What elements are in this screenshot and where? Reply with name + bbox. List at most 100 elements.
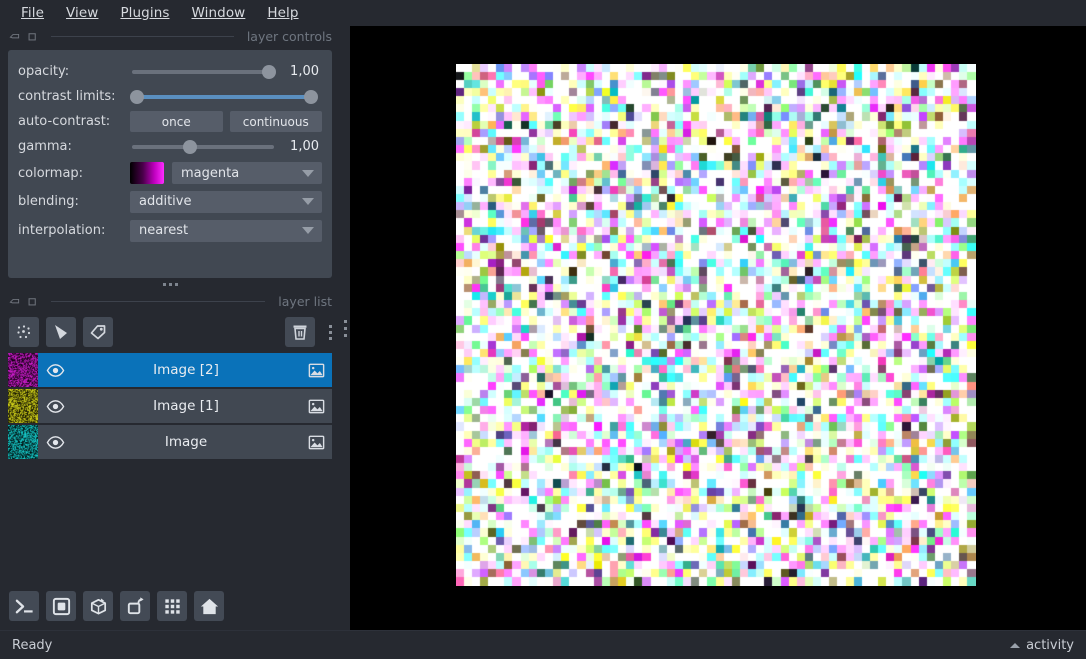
layer-type-icon-wrap [300, 361, 332, 380]
layer-rows: Image [2] Image [1] Image [0, 353, 340, 461]
layer-name: Image [2] [153, 362, 219, 378]
napari-window: File View Plugins Window Help layer cont… [0, 0, 1086, 659]
gamma-handle[interactable] [182, 139, 197, 154]
colormap-value: magenta [181, 165, 240, 181]
ndisplay-3d-button[interactable] [83, 591, 113, 621]
auto-contrast-continuous-button[interactable]: continuous [229, 111, 322, 132]
points-icon [17, 325, 31, 339]
dock-resize-handle[interactable] [0, 278, 340, 291]
opacity-row: opacity: 1,00 [18, 59, 322, 84]
colormap-combobox[interactable]: magenta [172, 162, 322, 184]
layer-row[interactable]: Image [2] [8, 353, 332, 387]
header-divider [51, 300, 266, 302]
layer-visibility-toggle[interactable] [38, 433, 72, 452]
menu-file[interactable]: File [10, 3, 55, 23]
contrast-limits-high-handle[interactable] [304, 89, 318, 104]
grid-icon [164, 598, 180, 614]
layer-type-icon-wrap [300, 433, 332, 452]
layer-thumbnail [8, 425, 38, 459]
delete-layer-button[interactable] [285, 317, 315, 347]
opacity-value: 1,00 [290, 64, 319, 79]
layer-list-toolbar [0, 311, 340, 353]
contrast-limits-track [132, 94, 316, 99]
close-dock-icon[interactable] [27, 296, 38, 307]
contrast-limits-row: contrast limits: [18, 84, 322, 109]
dock-splitter[interactable] [340, 26, 350, 630]
gamma-slider[interactable] [130, 138, 276, 156]
auto-contrast-once-button[interactable]: once [130, 111, 223, 132]
layer-list-menu-button[interactable] [329, 324, 332, 340]
contrast-limits-slider[interactable] [130, 88, 318, 106]
gamma-label: gamma: [18, 139, 72, 154]
blending-combobox[interactable]: additive [130, 190, 322, 213]
status-message: Ready [12, 637, 53, 653]
status-bar: Ready activity [0, 630, 1086, 659]
gamma-value: 1,00 [290, 139, 319, 154]
image-layer-icon [308, 399, 324, 413]
layer-thumbnail [8, 389, 38, 423]
layer-controls-panel: opacity: 1,00 contrast limits: auto-cont… [8, 50, 332, 278]
new-labels-layer-button[interactable] [83, 317, 113, 347]
menu-window[interactable]: Window [181, 3, 257, 23]
opacity-handle[interactable] [262, 64, 276, 79]
float-dock-icon[interactable] [9, 296, 20, 307]
ndisplay-2d-button[interactable] [46, 591, 76, 621]
menu-plugins-label: Plugins [120, 5, 170, 21]
layer-row[interactable]: Image [1] [8, 389, 332, 423]
viewer-canvas[interactable] [350, 26, 1086, 630]
gamma-row: gamma: 1,00 [18, 134, 322, 159]
eye-icon [46, 363, 64, 377]
layer-name: Image [164, 434, 208, 450]
activity-button[interactable]: activity [1010, 638, 1074, 653]
viewer-buttons [0, 583, 340, 630]
new-points-layer-button[interactable] [9, 317, 39, 347]
new-shapes-layer-button[interactable] [46, 317, 76, 347]
menu-view-label: View [66, 5, 99, 21]
opacity-track [132, 69, 274, 74]
splitter-dots [343, 319, 347, 337]
handle-dot [168, 283, 172, 286]
menu-help[interactable]: Help [256, 3, 309, 23]
handle-dot [162, 283, 166, 286]
menu-plugins[interactable]: Plugins [109, 3, 180, 23]
handle-dot [174, 283, 178, 286]
close-dock-icon[interactable] [27, 31, 38, 42]
home-icon [200, 598, 218, 614]
menu-view[interactable]: View [55, 3, 109, 23]
eye-icon [46, 399, 64, 413]
menu-file-label: File [21, 5, 44, 21]
layer-visibility-toggle[interactable] [38, 397, 72, 416]
roll-dims-button[interactable] [120, 591, 150, 621]
contrast-limits-label: contrast limits: [18, 89, 116, 104]
square-2d-icon [52, 597, 70, 615]
opacity-label: opacity: [18, 64, 70, 79]
roll-dims-icon [127, 596, 144, 614]
interpolation-value: nearest [139, 223, 189, 238]
interpolation-combobox[interactable]: nearest [130, 219, 322, 242]
menu-dot [329, 336, 332, 340]
chevron-down-icon [302, 169, 314, 177]
home-button[interactable] [194, 591, 224, 621]
layer-row[interactable]: Image [8, 425, 332, 459]
grid-view-button[interactable] [157, 591, 187, 621]
colormap-row: colormap: magenta [18, 159, 322, 187]
layer-list-panel: Image [2] Image [1] Image [0, 311, 340, 583]
menu-bar: File View Plugins Window Help [0, 0, 1086, 26]
chevron-up-icon [1010, 642, 1021, 648]
layer-name: Image [1] [153, 398, 219, 414]
layer-type-icon-wrap [300, 397, 332, 416]
layer-list-title: layer list [278, 293, 332, 309]
menu-help-label: Help [267, 5, 299, 21]
splitter-dot [343, 333, 347, 337]
auto-contrast-label: auto-contrast: [18, 114, 111, 129]
float-dock-icon[interactable] [9, 31, 20, 42]
interpolation-label: interpolation: [18, 223, 106, 238]
labels-tag-icon [90, 325, 106, 340]
auto-contrast-row: auto-contrast: once continuous [18, 109, 322, 134]
layer-visibility-toggle[interactable] [38, 361, 72, 380]
console-button[interactable] [9, 591, 39, 621]
opacity-slider[interactable] [130, 63, 276, 81]
image-layer-canvas[interactable] [456, 64, 976, 586]
contrast-limits-low-handle[interactable] [130, 89, 144, 104]
menu-dot [329, 330, 332, 334]
